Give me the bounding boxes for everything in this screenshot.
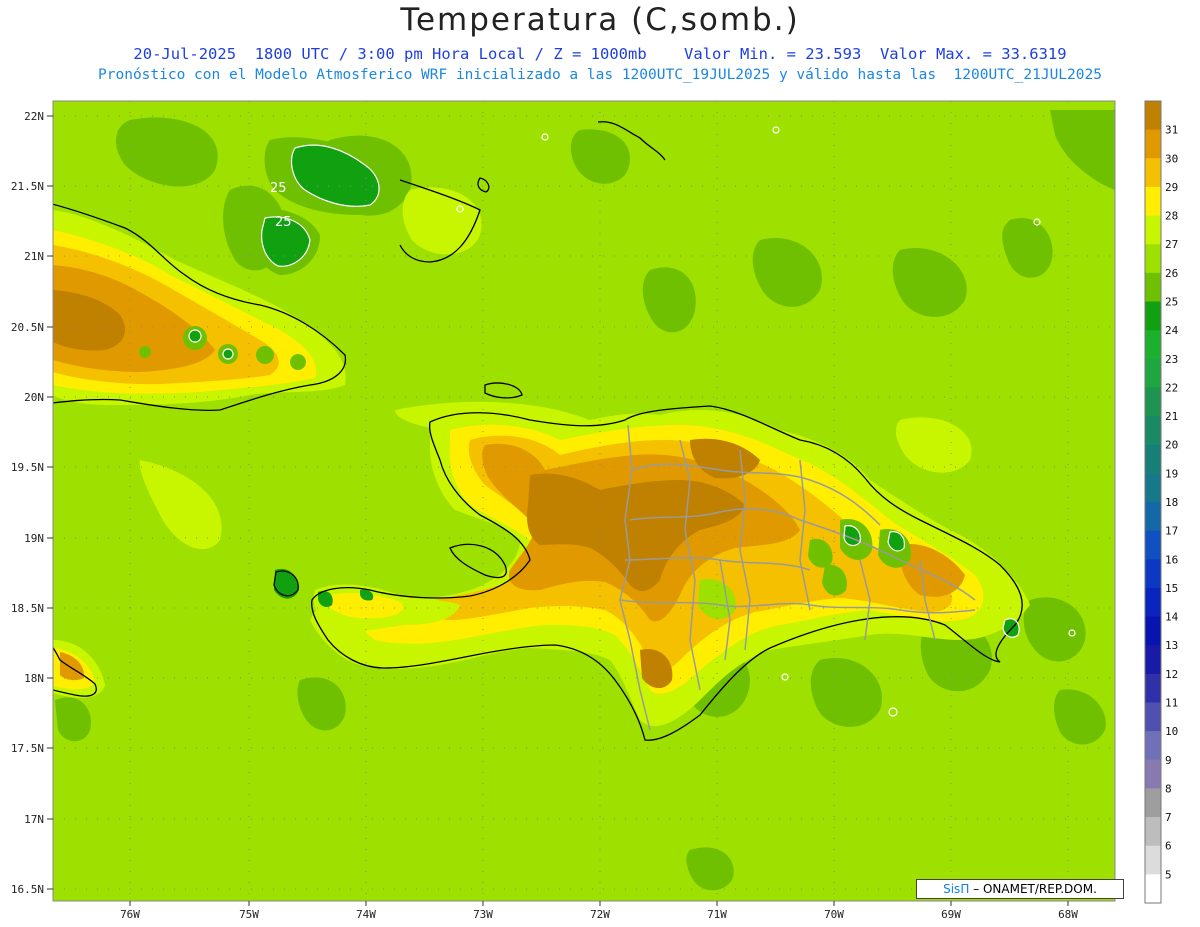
- lon-tick-label: 69W: [941, 908, 961, 921]
- lon-tick-label: 72W: [590, 908, 610, 921]
- lon-tick-label: 75W: [239, 908, 259, 921]
- colorbar-label: 7: [1165, 811, 1172, 824]
- colorbar-swatch: [1145, 387, 1161, 417]
- colorbar-swatch: [1145, 731, 1161, 761]
- latitude-axis: 22N 21.5N 21N 20.5N 20N 19.5N 19N 18.5N …: [11, 110, 53, 896]
- colorbar-swatch: [1145, 502, 1161, 532]
- colorbar-label: 20: [1165, 439, 1178, 452]
- colorbar-swatch: [1145, 129, 1161, 159]
- colorbar-label: 23: [1165, 353, 1178, 366]
- temperature-map: 25 25 22N 21.5N 21N 20.5N 20N 19.5N 19N …: [11, 100, 1179, 921]
- lon-tick-label: 73W: [473, 908, 493, 921]
- colorbar-swatch: [1145, 759, 1161, 789]
- colorbar-swatch: [1145, 330, 1161, 360]
- colorbar-swatch: [1145, 101, 1161, 131]
- colorbar-label: 25: [1165, 296, 1178, 309]
- colorbar-swatch: [1145, 444, 1161, 474]
- colorbar-label: 26: [1165, 267, 1178, 280]
- colorbar-label: 11: [1165, 697, 1178, 710]
- colorbar-swatch: [1145, 244, 1161, 274]
- colorbar-label: 6: [1165, 840, 1172, 853]
- lat-tick-label: 20N: [24, 391, 44, 404]
- colorbar-label: 5: [1165, 868, 1172, 881]
- contour-label: 25: [275, 215, 292, 230]
- colorbar-swatch: [1145, 530, 1161, 560]
- colorbar-swatch: [1145, 186, 1161, 217]
- colorbar-swatch: [1145, 874, 1161, 904]
- credit-text: – ONAMET/REP.DOM.: [973, 882, 1097, 896]
- colorbar-label: 12: [1165, 668, 1178, 681]
- lat-tick-label: 18.5N: [11, 602, 44, 615]
- colorbar-swatch: [1145, 817, 1161, 847]
- lat-tick-label: 19.5N: [11, 461, 44, 474]
- colorbar-label: 9: [1165, 754, 1172, 767]
- colorbar: 31 30 29 28 27 26 25 24 23 22 21 20 19 18 17 16 15 14 13 12…: [1144, 100, 1179, 904]
- longitude-axis: 76W 75W 74W 73W 72W 71W 70W 69W 68W: [120, 901, 1078, 921]
- colorbar-swatch: [1145, 158, 1161, 188]
- lat-tick-label: 17N: [24, 813, 44, 826]
- colorbar-label: 21: [1165, 410, 1178, 423]
- colorbar-swatch: [1145, 788, 1161, 818]
- colorbar-swatch: [1145, 559, 1161, 589]
- colorbar-swatch: [1145, 272, 1161, 302]
- colorbar-swatch: [1145, 702, 1161, 732]
- colorbar-label: 22: [1165, 381, 1178, 394]
- sispi-logo: SisΠ: [943, 882, 970, 896]
- contour-label: 25: [270, 181, 287, 196]
- lon-tick-label: 70W: [824, 908, 844, 921]
- lon-tick-label: 71W: [707, 908, 727, 921]
- lat-tick-label: 21N: [24, 250, 44, 263]
- colorbar-swatch: [1145, 587, 1161, 618]
- colorbar-swatch: [1145, 358, 1161, 388]
- credit-box: SisΠ – ONAMET/REP.DOM.: [916, 879, 1124, 899]
- colorbar-label: 29: [1165, 181, 1178, 194]
- colorbar-label: 17: [1165, 525, 1178, 538]
- colorbar-label: 13: [1165, 639, 1178, 652]
- lon-tick-label: 68W: [1058, 908, 1078, 921]
- colorbar-label: 30: [1165, 152, 1178, 165]
- colorbar-swatch: [1145, 616, 1161, 646]
- colorbar-swatch: [1145, 673, 1161, 703]
- colorbar-swatch: [1145, 845, 1161, 875]
- colorbar-label: 31: [1165, 124, 1178, 137]
- lat-tick-label: 17.5N: [11, 742, 44, 755]
- colorbar-label: 27: [1165, 238, 1178, 251]
- colorbar-swatch: [1145, 473, 1161, 503]
- colorbar-label: 10: [1165, 725, 1178, 738]
- colorbar-swatch: [1145, 301, 1161, 331]
- colorbar-label: 14: [1165, 611, 1179, 624]
- colorbar-label: 16: [1165, 553, 1178, 566]
- colorbar-swatch: [1145, 645, 1161, 675]
- lat-tick-label: 21.5N: [11, 180, 44, 193]
- lat-tick-label: 16.5N: [11, 883, 44, 896]
- lat-tick-label: 22N: [24, 110, 44, 123]
- lat-tick-label: 19N: [24, 532, 44, 545]
- lon-tick-label: 74W: [356, 908, 376, 921]
- colorbar-label: 8: [1165, 782, 1172, 795]
- colorbar-label: 18: [1165, 496, 1178, 509]
- colorbar-swatch: [1145, 215, 1161, 245]
- lat-tick-label: 20.5N: [11, 321, 44, 334]
- lon-tick-label: 76W: [120, 908, 140, 921]
- colorbar-label: 28: [1165, 210, 1178, 223]
- colorbar-swatch: [1145, 416, 1161, 446]
- colorbar-label: 19: [1165, 467, 1178, 480]
- lat-tick-label: 18N: [24, 672, 44, 685]
- colorbar-label: 15: [1165, 582, 1178, 595]
- colorbar-label: 24: [1165, 324, 1179, 337]
